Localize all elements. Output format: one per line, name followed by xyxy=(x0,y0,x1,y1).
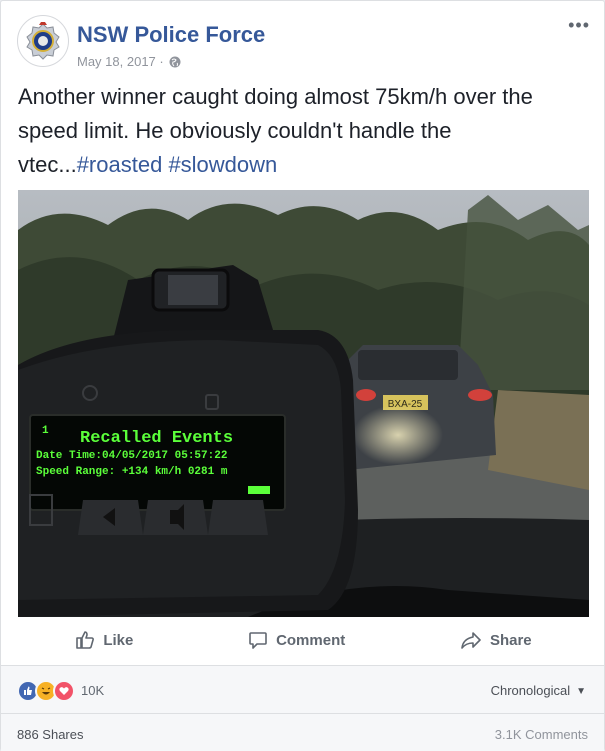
screen-date: Date Time:04/05/2017 05:57:22 xyxy=(36,450,227,462)
post-photo[interactable]: BXA-25 1 Recalled Events Date Time:04/05… xyxy=(18,190,589,617)
comment-sort-dropdown[interactable]: Chronological ▼ xyxy=(491,683,586,698)
reactions-bar: 10K Chronological ▼ xyxy=(1,665,604,714)
footer-bar: 886 Shares 3.1K Comments xyxy=(1,713,604,751)
screen-speed: Speed Range: +134 km/h 0281 m xyxy=(36,466,228,478)
police-badge-icon xyxy=(19,17,67,65)
share-button[interactable]: Share xyxy=(446,624,546,656)
screen-title: Recalled Events xyxy=(80,429,233,448)
comment-icon xyxy=(249,632,267,649)
sort-label: Chronological xyxy=(490,683,571,698)
shares-count[interactable]: 886 Shares xyxy=(17,727,84,742)
action-bar: Like Comment Share xyxy=(18,621,589,659)
post-date[interactable]: May 18, 2017 · xyxy=(77,54,164,69)
love-reaction-icon xyxy=(53,680,75,702)
post-meta: May 18, 2017 · xyxy=(77,54,181,69)
post-card: NSW Police Force May 18, 2017 · ••• Anot… xyxy=(0,0,605,751)
thumbs-up-icon xyxy=(76,631,95,649)
globe-icon xyxy=(169,56,181,68)
page-avatar[interactable] xyxy=(17,15,69,67)
comments-count[interactable]: 3.1K Comments xyxy=(495,727,588,742)
post-text: Another winner caught doing almost 75km/… xyxy=(18,80,588,182)
hashtag-slowdown[interactable]: #slowdown xyxy=(168,152,277,177)
share-label: Share xyxy=(489,631,532,649)
page-name[interactable]: NSW Police Force xyxy=(77,22,265,48)
share-icon xyxy=(461,632,481,649)
like-label: Like xyxy=(103,631,134,649)
comment-button[interactable]: Comment xyxy=(234,624,359,656)
like-button[interactable]: Like xyxy=(61,624,147,656)
reaction-count[interactable]: 10K xyxy=(81,683,104,698)
reaction-icons[interactable] xyxy=(17,680,75,702)
post-header: NSW Police Force May 18, 2017 · ••• xyxy=(17,15,590,75)
hashtag-roasted[interactable]: #roasted xyxy=(77,152,163,177)
screen-event-number: 1 xyxy=(42,425,49,437)
speed-radar-photo: BXA-25 1 Recalled Events Date Time:04/05… xyxy=(18,190,589,617)
comment-label: Comment xyxy=(276,631,346,649)
more-options-icon[interactable]: ••• xyxy=(568,15,590,36)
caret-down-icon: ▼ xyxy=(576,686,586,697)
